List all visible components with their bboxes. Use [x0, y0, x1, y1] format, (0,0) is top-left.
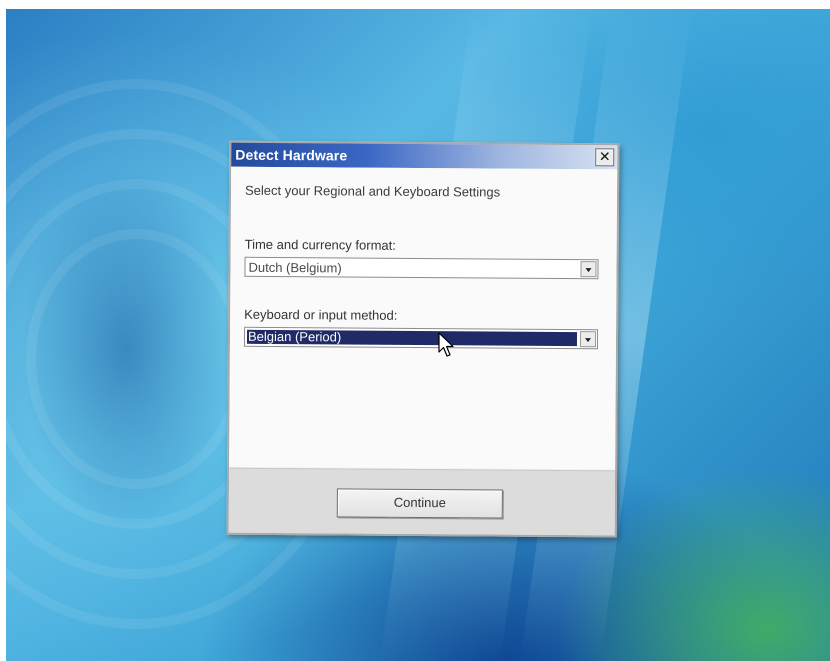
dialog-footer: Continue: [228, 467, 616, 536]
time-format-dropdown[interactable]: Dutch (Belgium): [244, 256, 599, 280]
chevron-down-icon[interactable]: [579, 331, 597, 348]
keyboard-value: Belgian (Period): [247, 328, 342, 345]
dialog-body: Select your Regional and Keyboard Settin…: [229, 166, 618, 470]
continue-button[interactable]: Continue: [336, 488, 503, 519]
mouse-pointer-icon: [438, 332, 454, 357]
close-button[interactable]: ✕: [595, 148, 615, 167]
keyboard-label: Keyboard or input method:: [244, 306, 398, 323]
time-format-label: Time and currency format:: [244, 236, 396, 253]
title-bar[interactable]: Detect Hardware ✕: [231, 142, 618, 170]
dialog-title: Detect Hardware: [235, 146, 348, 164]
keyboard-dropdown[interactable]: Belgian (Period): [243, 326, 599, 350]
time-format-value: Dutch (Belgium): [248, 259, 342, 276]
detect-hardware-dialog: Detect Hardware ✕ Select your Regional a…: [226, 140, 620, 538]
close-icon: ✕: [598, 148, 611, 165]
chevron-down-icon[interactable]: [580, 261, 597, 278]
dialog-heading: Select your Regional and Keyboard Settin…: [244, 182, 501, 200]
